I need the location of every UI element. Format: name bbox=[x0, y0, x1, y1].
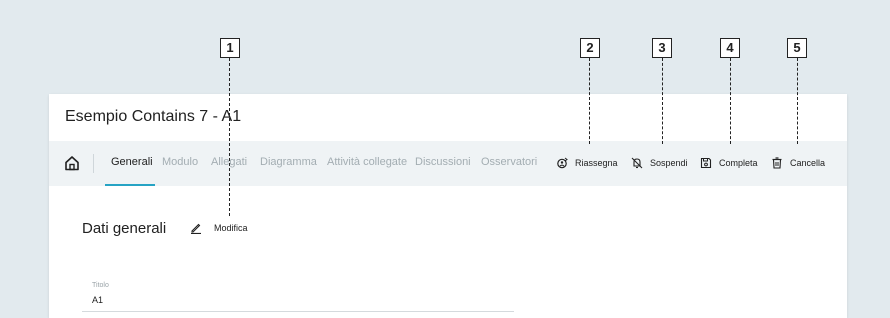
tab-discussioni[interactable]: Discussioni bbox=[415, 156, 471, 168]
page-title: Esempio Contains 7 - A1 bbox=[65, 108, 242, 125]
complete-label: Completa bbox=[719, 158, 758, 168]
pencil-icon bbox=[191, 223, 201, 234]
home-icon bbox=[65, 156, 79, 171]
complete-button[interactable]: Completa bbox=[700, 155, 758, 171]
tab-generali[interactable]: Generali bbox=[111, 156, 153, 168]
reassign-icon bbox=[557, 157, 568, 169]
callout-1: 1 bbox=[220, 38, 240, 58]
cancel-label: Cancella bbox=[790, 158, 826, 168]
tab-modulo[interactable]: Modulo bbox=[162, 156, 198, 168]
title-field-label: Titolo bbox=[92, 282, 109, 289]
reassign-button[interactable]: Riassegna bbox=[556, 155, 618, 171]
edit-button[interactable]: Modifica bbox=[190, 222, 248, 234]
tab-osservatori[interactable]: Osservatori bbox=[481, 156, 537, 168]
tab-diagramma[interactable]: Diagramma bbox=[260, 156, 317, 168]
home-button[interactable] bbox=[63, 154, 81, 172]
suspend-button[interactable]: Sospendi bbox=[631, 155, 688, 171]
callout-3: 3 bbox=[652, 38, 672, 58]
callout-2-line bbox=[589, 58, 590, 144]
title-field-value[interactable]: A1 bbox=[92, 295, 103, 305]
edit-label: Modifica bbox=[214, 223, 248, 233]
callout-2: 2 bbox=[580, 38, 600, 58]
callout-4: 4 bbox=[720, 38, 740, 58]
suspend-label: Sospendi bbox=[650, 158, 688, 168]
task-card: Esempio Contains 7 - A1 Generali Modulo … bbox=[49, 94, 847, 318]
trash-icon bbox=[772, 157, 782, 169]
title-field-underline bbox=[82, 311, 514, 312]
toolbar: Generali Modulo Allegati Diagramma Attiv… bbox=[49, 141, 847, 186]
reassign-label: Riassegna bbox=[575, 158, 618, 168]
toolbar-divider bbox=[93, 154, 94, 173]
section-title: Dati generali bbox=[82, 220, 167, 237]
callout-5: 5 bbox=[787, 38, 807, 58]
callout-4-line bbox=[730, 58, 731, 144]
save-icon bbox=[700, 157, 712, 169]
callout-1-line bbox=[229, 58, 230, 216]
callout-3-line bbox=[662, 58, 663, 144]
active-tab-indicator bbox=[105, 184, 155, 186]
tab-attivita-collegate[interactable]: Attività collegate bbox=[327, 156, 407, 168]
cancel-button[interactable]: Cancella bbox=[771, 155, 825, 171]
suspend-icon bbox=[631, 157, 643, 169]
callout-5-line bbox=[797, 58, 798, 144]
